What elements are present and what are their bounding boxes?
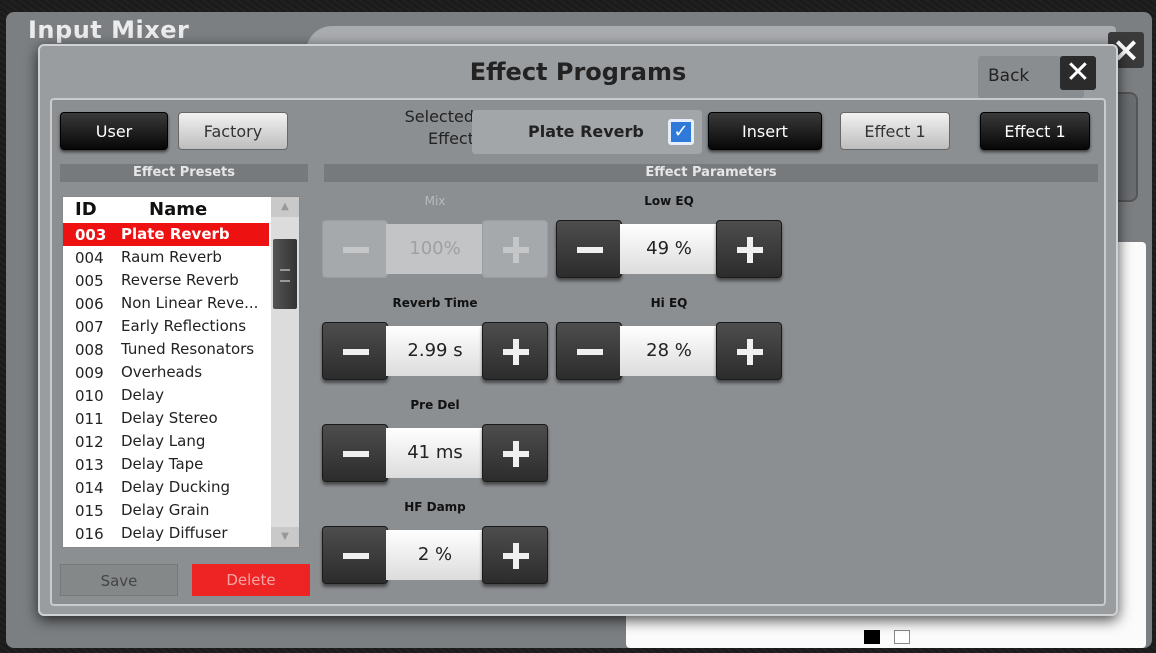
preset-row-012[interactable]: 012 Delay Lang — [63, 430, 269, 453]
reverb-time-decrease-button[interactable] — [322, 322, 388, 380]
mix-spinner: 100% — [322, 220, 548, 278]
minus-icon — [577, 349, 603, 355]
pre-del-decrease-button[interactable] — [322, 424, 388, 482]
effect1-target-button[interactable]: Effect 1 — [980, 112, 1090, 150]
hf-damp-increase-button[interactable] — [482, 526, 548, 584]
hi-eq-value: 28 % — [620, 326, 718, 376]
preset-row-015[interactable]: 015 Delay Grain — [63, 499, 269, 522]
preset-row-003[interactable]: 003 Plate Reverb — [63, 223, 269, 246]
minus-icon — [343, 247, 369, 253]
minus-icon — [343, 553, 369, 559]
low-eq-spinner: 49 % — [556, 220, 782, 278]
list-header: ID Name — [63, 197, 269, 223]
pre-del-label: Pre Del — [410, 398, 460, 412]
preset-row-011[interactable]: 011 Delay Stereo — [63, 407, 269, 430]
preset-row-008[interactable]: 008 Tuned Resonators — [63, 338, 269, 361]
black-key-icon — [864, 630, 880, 644]
hf-damp-spinner: 2 % — [322, 526, 548, 584]
minus-icon — [577, 247, 603, 253]
mix-increase-button[interactable] — [482, 220, 548, 278]
mix-decrease-button[interactable] — [322, 220, 388, 278]
effect-presets-list: ID Name 003 Plate Reverb 004 Raum Reverb 0… — [62, 196, 300, 548]
close-icon[interactable]: ✕ — [1060, 56, 1096, 90]
hf-damp-decrease-button[interactable] — [322, 526, 388, 584]
user-bank-button[interactable]: User — [60, 112, 168, 150]
column-id: ID — [75, 199, 97, 220]
effect-presets-header: Effect Presets — [60, 164, 308, 182]
preset-row-005[interactable]: 005 Reverse Reverb — [63, 269, 269, 292]
preset-row-007[interactable]: 007 Early Reflections — [63, 315, 269, 338]
mix-label: Mix — [424, 194, 446, 208]
pre-del-spinner: 41 ms — [322, 424, 548, 482]
effect-parameters-header: Effect Parameters — [324, 164, 1098, 182]
minus-icon — [343, 349, 369, 355]
low-eq-decrease-button[interactable] — [556, 220, 622, 278]
pre-del-value: 41 ms — [386, 428, 484, 478]
low-eq-increase-button[interactable] — [716, 220, 782, 278]
column-name: Name — [149, 199, 208, 220]
hi-eq-decrease-button[interactable] — [556, 322, 622, 380]
preset-row-014[interactable]: 014 Delay Ducking — [63, 476, 269, 499]
low-eq-label: Low EQ — [644, 194, 694, 208]
effect1-slot-button[interactable]: Effect 1 — [840, 112, 950, 150]
selected-effect-checkbox[interactable]: ✓ — [668, 119, 694, 145]
preset-row-016[interactable]: 016 Delay Diffuser — [63, 522, 269, 545]
low-eq-value: 49 % — [620, 224, 718, 274]
reverb-time-value: 2.99 s — [386, 326, 484, 376]
hi-eq-spinner: 28 % — [556, 322, 782, 380]
selected-effect-field: Plate Reverb ✓ — [472, 110, 702, 154]
scroll-thumb[interactable] — [273, 239, 297, 309]
selected-effect-label: Selected Effect — [404, 107, 474, 148]
preset-row-004[interactable]: 004 Raum Reverb — [63, 246, 269, 269]
factory-bank-button[interactable]: Factory — [178, 112, 288, 150]
delete-button[interactable]: Delete — [192, 564, 310, 596]
selected-effect-value: Plate Reverb — [528, 122, 644, 141]
scroll-up-icon[interactable]: ▲ — [271, 197, 299, 217]
preset-row-010[interactable]: 010 Delay — [63, 384, 269, 407]
dialog-title: Effect Programs — [469, 58, 687, 86]
minus-icon — [343, 451, 369, 457]
hi-eq-label: Hi EQ — [650, 296, 688, 310]
hf-damp-value: 2 % — [386, 530, 484, 580]
preset-row-013[interactable]: 013 Delay Tape — [63, 453, 269, 476]
hf-damp-label: HF Damp — [404, 500, 466, 514]
back-button-label: Back — [988, 66, 1030, 86]
preset-row-006[interactable]: 006 Non Linear Reve... — [63, 292, 269, 315]
white-key-icon — [894, 630, 910, 644]
reverb-time-increase-button[interactable] — [482, 322, 548, 380]
input-mixer-title: Input Mixer — [28, 16, 190, 44]
mix-value: 100% — [386, 224, 484, 274]
reverb-time-spinner: 2.99 s — [322, 322, 548, 380]
pre-del-increase-button[interactable] — [482, 424, 548, 482]
list-scrollbar[interactable]: ▲ ▼ — [271, 197, 299, 547]
effect-programs-dialog: Effect Programs Back ✕ User Factory Sele… — [38, 44, 1118, 616]
hi-eq-increase-button[interactable] — [716, 322, 782, 380]
preset-row-009[interactable]: 009 Overheads — [63, 361, 269, 384]
reverb-time-label: Reverb Time — [392, 296, 478, 310]
insert-button[interactable]: Insert — [708, 112, 822, 150]
dialog-body: User Factory Selected Effect Plate Rever… — [50, 98, 1106, 606]
save-button[interactable]: Save — [60, 564, 178, 596]
scroll-down-icon[interactable]: ▼ — [271, 527, 299, 547]
